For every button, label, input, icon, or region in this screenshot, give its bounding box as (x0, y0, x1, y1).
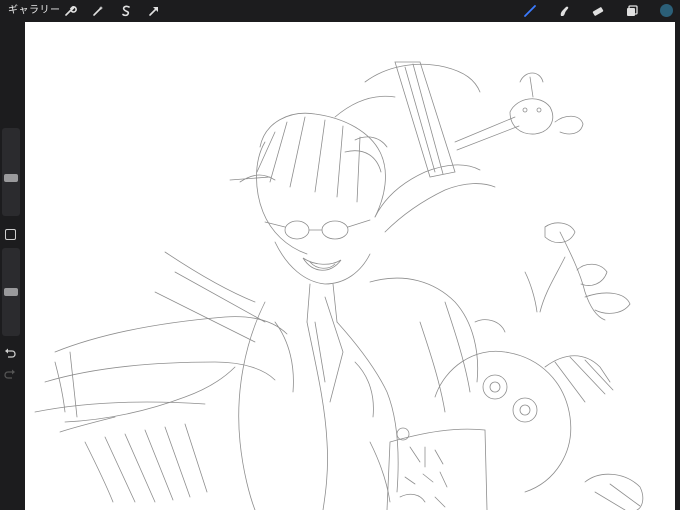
undo-icon[interactable] (3, 345, 17, 359)
brush-size-thumb[interactable] (4, 174, 18, 182)
wrench-icon[interactable] (62, 3, 78, 19)
gallery-button[interactable]: ギャラリー (8, 3, 61, 19)
modify-square-icon[interactable] (5, 229, 16, 240)
left-sidebar (0, 22, 24, 510)
eraser-icon[interactable] (590, 3, 606, 19)
sketch-artwork (34, 61, 644, 510)
drawing-canvas[interactable] (25, 22, 675, 510)
brush-size-slider[interactable] (2, 128, 20, 216)
opacity-thumb[interactable] (4, 288, 18, 296)
opacity-slider[interactable] (2, 248, 20, 336)
transform-arrow-icon[interactable] (146, 3, 162, 19)
selection-s-icon[interactable] (118, 3, 134, 19)
magic-wand-icon[interactable] (90, 3, 106, 19)
brush-icon[interactable] (522, 3, 538, 19)
top-toolbar: ギャラリー (0, 0, 680, 22)
smudge-icon[interactable] (556, 3, 572, 19)
layers-icon[interactable] (624, 3, 640, 19)
color-picker-button[interactable] (660, 4, 673, 17)
redo-icon[interactable] (3, 366, 17, 380)
